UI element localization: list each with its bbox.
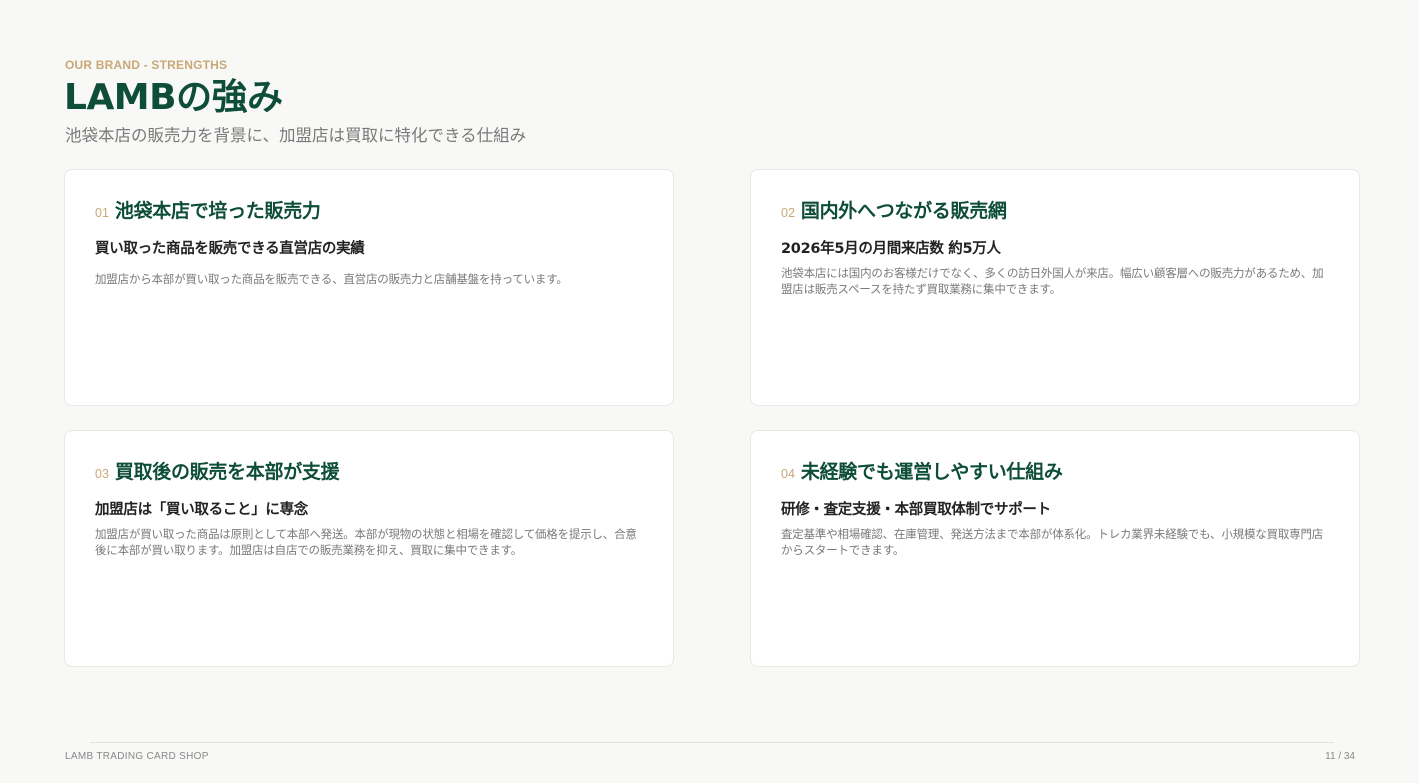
card-title: 買取後の販売を本部が支援 (114, 461, 340, 483)
card-title: 池袋本店で培った販売力 (114, 200, 321, 222)
card-heading: 04 未経験でも運営しやすい仕組み (781, 457, 1329, 487)
card-number: 01 (95, 206, 109, 220)
page-number: 11 / 34 (1325, 751, 1355, 762)
strength-card-1: 01 池袋本店で培った販売力 買い取った商品を販売できる直営店の実績 加盟店から… (64, 169, 674, 406)
card-heading: 02 国内外へつながる販売網 (781, 196, 1329, 226)
card-number: 02 (781, 206, 795, 220)
footer-brand: LAMB TRADING CARD SHOP (65, 751, 209, 762)
strength-card-4: 04 未経験でも運営しやすい仕組み 研修・査定支援・本部買取体制でサポート 査定… (750, 430, 1360, 667)
strength-card-2: 02 国内外へつながる販売網 2026年5月の月間来店数 約5万人 池袋本店には… (750, 169, 1360, 406)
card-title: 未経験でも運営しやすい仕組み (800, 461, 1063, 483)
card-heading: 01 池袋本店で培った販売力 (95, 196, 643, 226)
card-body: 加盟店から本部が買い取った商品を販売できる、直営店の販売力と店舗基盤を持っていま… (95, 272, 568, 286)
card-subtitle: 買い取った商品を販売できる直営店の実績 (95, 241, 365, 257)
card-body: 池袋本店には国内のお客様だけでなく、多くの訪日外国人が来店。幅広い顧客層への販売… (781, 266, 1324, 296)
card-heading: 03 買取後の販売を本部が支援 (95, 457, 643, 487)
strength-card-3: 03 買取後の販売を本部が支援 加盟店は「買い取ること」に専念 加盟店が買い取っ… (64, 430, 674, 667)
card-body: 加盟店が買い取った商品は原則として本部へ発送。本部が現物の状態と相場を確認して価… (95, 527, 637, 557)
card-subtitle: 2026年5月の月間来店数 約5万人 (781, 241, 1001, 257)
footer-divider (90, 742, 1334, 743)
card-subtitle: 研修・査定支援・本部買取体制でサポート (781, 502, 1051, 518)
card-title: 国内外へつながる販売網 (800, 200, 1007, 222)
card-number: 03 (95, 467, 109, 481)
card-body: 査定基準や相場確認、在庫管理、発送方法まで本部が体系化。トレカ業界未経験でも、小… (781, 527, 1324, 557)
card-subtitle: 加盟店は「買い取ること」に専念 (95, 502, 308, 518)
page-title: LAMBの強み (64, 77, 283, 118)
card-number: 04 (781, 467, 795, 481)
page-subtitle: 池袋本店の販売力を背景に、加盟店は買取に特化できる仕組み (65, 126, 527, 145)
section-eyebrow: OUR BRAND - STRENGTHS (65, 58, 228, 72)
